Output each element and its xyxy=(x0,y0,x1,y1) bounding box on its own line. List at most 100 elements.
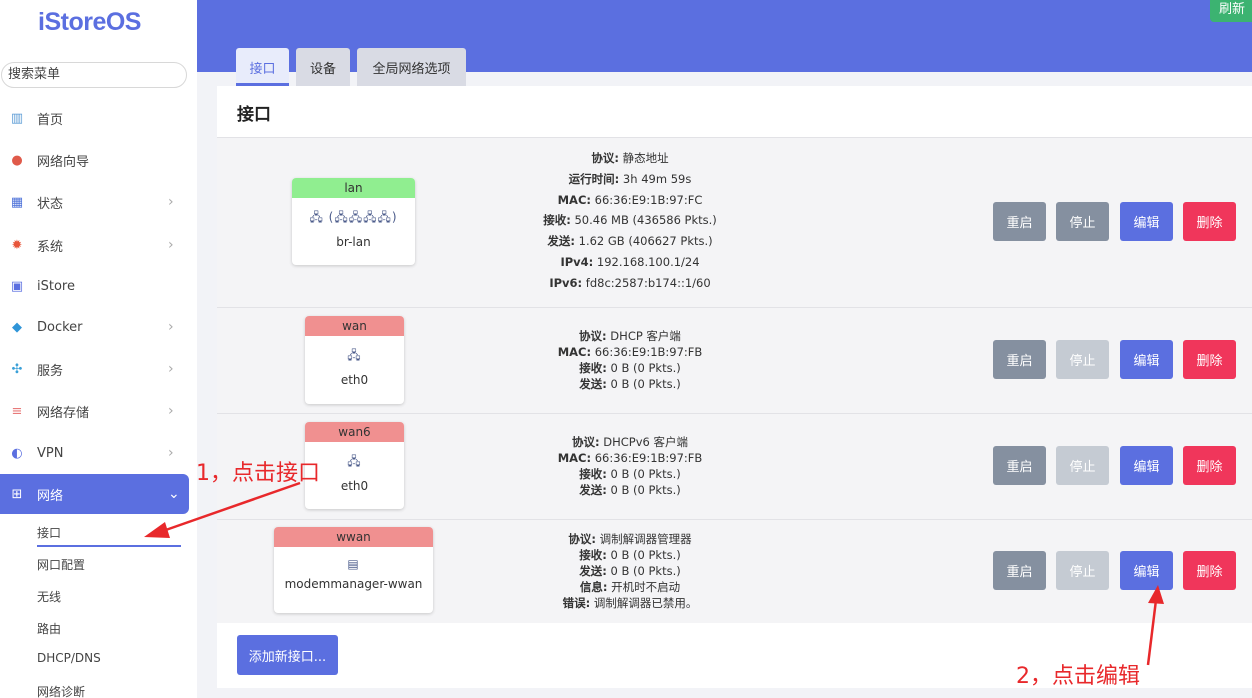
interface-info: 协议: DHCP 客户端 MAC: 66:36:E9:1B:97:FB 接收: 0 … xyxy=(480,328,780,392)
sidebar-item-label: 系统 xyxy=(37,239,64,255)
tab-devices[interactable]: 设备 xyxy=(296,48,350,86)
info-line: 协议: DHCP 客户端 xyxy=(579,329,681,343)
edit-button[interactable]: 编辑 xyxy=(1120,446,1173,485)
grid-icon: ▦ xyxy=(10,194,24,210)
stop-button[interactable]: 停止 xyxy=(1056,340,1109,379)
info-line: 发送: 0 B (0 Pkts.) xyxy=(579,377,681,391)
sidebar-item[interactable]: ▥ 首页 xyxy=(0,98,197,138)
chevron-right-icon: › xyxy=(168,319,174,335)
chevron-right-icon: › xyxy=(168,445,174,461)
gear-icon: ✹ xyxy=(11,237,23,253)
add-interface-button[interactable]: 添加新接口... xyxy=(237,635,338,675)
interface-device: br-lan xyxy=(336,235,371,249)
stop-button[interactable]: 停止 xyxy=(1056,551,1109,590)
info-line: 发送: 1.62 GB (406627 Pkts.) xyxy=(547,234,713,249)
chevron-right-icon: › xyxy=(168,361,174,377)
network-port-icon: 🖧 (🖧🖧🖧🖧) xyxy=(309,210,398,224)
sidebar-subitem[interactable]: 路由 xyxy=(37,620,61,637)
sidebar-item[interactable]: ≡ 网络存储 › xyxy=(0,391,197,431)
services-icon: ✣ xyxy=(11,361,23,377)
interface-info: 协议: DHCPv6 客户端 MAC: 66:36:E9:1B:97:FB 接收: … xyxy=(480,434,780,498)
sidebar-subitem[interactable]: 接口 xyxy=(37,524,61,541)
edit-button[interactable]: 编辑 xyxy=(1120,202,1173,241)
info-line: 协议: DHCPv6 客户端 xyxy=(571,435,688,449)
edit-button[interactable]: 编辑 xyxy=(1120,551,1173,590)
active-subitem-underline xyxy=(37,545,181,547)
sidebar-item[interactable]: ◆ Docker › xyxy=(0,307,197,347)
restart-button[interactable]: 重启 xyxy=(993,340,1046,379)
interface-card: wan 🖧 eth0 xyxy=(305,316,404,404)
network-port-icon: 🖧 xyxy=(347,348,362,362)
info-line: 发送: 0 B (0 Pkts.) xyxy=(579,483,681,497)
info-line: 发送: 0 B (0 Pkts.) xyxy=(579,564,681,578)
info-line: 接收: 0 B (0 Pkts.) xyxy=(579,467,681,481)
info-line: 接收: 0 B (0 Pkts.) xyxy=(579,361,681,375)
edit-button[interactable]: 编辑 xyxy=(1120,340,1173,379)
info-line: 错误: 调制解调器已禁用。 xyxy=(562,596,698,610)
sidebar-subitem[interactable]: DHCP/DNS xyxy=(37,651,101,665)
info-line: MAC: 66:36:E9:1B:97:FC xyxy=(557,192,703,207)
dashboard-icon: ▥ xyxy=(10,110,24,126)
restart-button[interactable]: 重启 xyxy=(993,446,1046,485)
store-icon: ▣ xyxy=(10,278,24,294)
interface-info: 协议: 静态地址 运行时间: 3h 49m 59s MAC: 66:36:E9:1B… xyxy=(480,148,780,294)
refresh-button[interactable]: 刷新 xyxy=(1210,0,1252,22)
network-icon: ⊞ xyxy=(11,486,23,502)
tab-global-options[interactable]: 全局网络选项 xyxy=(357,48,466,86)
interface-device: eth0 xyxy=(340,373,369,387)
sidebar-item[interactable]: ✹ 系统 › xyxy=(0,225,197,265)
stop-button[interactable]: 停止 xyxy=(1056,446,1109,485)
sidebar-item[interactable]: ✣ 服务 › xyxy=(0,349,197,389)
sidebar-item-label: 状态 xyxy=(37,196,64,212)
restart-button[interactable]: 重启 xyxy=(993,202,1046,241)
sidebar-item-label: 服务 xyxy=(37,363,64,379)
sidebar-item-label: 网络向导 xyxy=(37,154,90,170)
info-line: MAC: 66:36:E9:1B:97:FB xyxy=(557,345,703,359)
search-input[interactable]: 搜索菜单 xyxy=(1,62,187,88)
network-port-icon: ▤ xyxy=(347,557,360,571)
sidebar-item-label: Docker xyxy=(37,319,83,335)
sidebar-subitem[interactable]: 无线 xyxy=(37,588,61,605)
delete-button[interactable]: 删除 xyxy=(1183,446,1236,485)
delete-button[interactable]: 删除 xyxy=(1183,551,1236,590)
sidebar-item[interactable]: ▣ iStore xyxy=(0,266,197,306)
interface-device: modemmanager-wwan xyxy=(284,577,423,591)
vpn-icon: ◐ xyxy=(11,445,23,461)
delete-button[interactable]: 删除 xyxy=(1183,202,1236,241)
interface-name: wan6 xyxy=(305,422,404,442)
info-line: 信息: 开机时不启动 xyxy=(579,580,681,594)
chevron-down-icon: ⌄ xyxy=(168,486,180,502)
tab-interfaces[interactable]: 接口 xyxy=(236,48,289,86)
sidebar-item-label: 首页 xyxy=(37,112,64,128)
delete-button[interactable]: 删除 xyxy=(1183,340,1236,379)
info-line: 接收: 50.46 MB (436586 Pkts.) xyxy=(543,213,717,228)
tab-label: 全局网络选项 xyxy=(372,61,451,77)
header-bar xyxy=(197,0,1252,72)
tab-label: 接口 xyxy=(249,61,276,77)
stop-button[interactable]: 停止 xyxy=(1056,202,1109,241)
restart-button[interactable]: 重启 xyxy=(993,551,1046,590)
interface-name: wan xyxy=(305,316,404,336)
sidebar-item[interactable]: ◐ VPN › xyxy=(0,433,197,473)
chevron-right-icon: › xyxy=(168,403,174,419)
storage-icon: ≡ xyxy=(11,403,23,419)
sidebar-subitem[interactable]: 网络诊断 xyxy=(37,683,85,698)
sidebar-item[interactable]: ● 网络向导 xyxy=(0,140,197,180)
info-line: 接收: 0 B (0 Pkts.) xyxy=(579,548,681,562)
sidebar-item-label: 网络存储 xyxy=(37,405,90,421)
info-line: 协议: 调制解调器管理器 xyxy=(568,532,692,546)
location-icon: ● xyxy=(11,152,23,168)
interface-name: wwan xyxy=(274,527,433,547)
sidebar-subitem[interactable]: 网口配置 xyxy=(37,556,85,573)
sidebar-item[interactable]: ▦ 状态 › xyxy=(0,182,197,222)
sidebar-item[interactable]: ⊞ 网络 ⌄ xyxy=(0,474,189,514)
logo: iStoreOS xyxy=(38,8,141,36)
annotation-step2: 2，点击编辑 xyxy=(1016,664,1140,689)
info-line: MAC: 66:36:E9:1B:97:FB xyxy=(557,451,703,465)
interface-info: 协议: 调制解调器管理器 接收: 0 B (0 Pkts.) 发送: 0 B (0 … xyxy=(480,531,780,611)
info-line: IPv6: fd8c:2587:b174::1/60 xyxy=(549,275,711,290)
sidebar-item-label: VPN xyxy=(37,445,64,461)
tab-label: 设备 xyxy=(309,61,336,77)
sidebar-item-label: 网络 xyxy=(37,488,64,504)
interface-name: lan xyxy=(292,178,415,198)
